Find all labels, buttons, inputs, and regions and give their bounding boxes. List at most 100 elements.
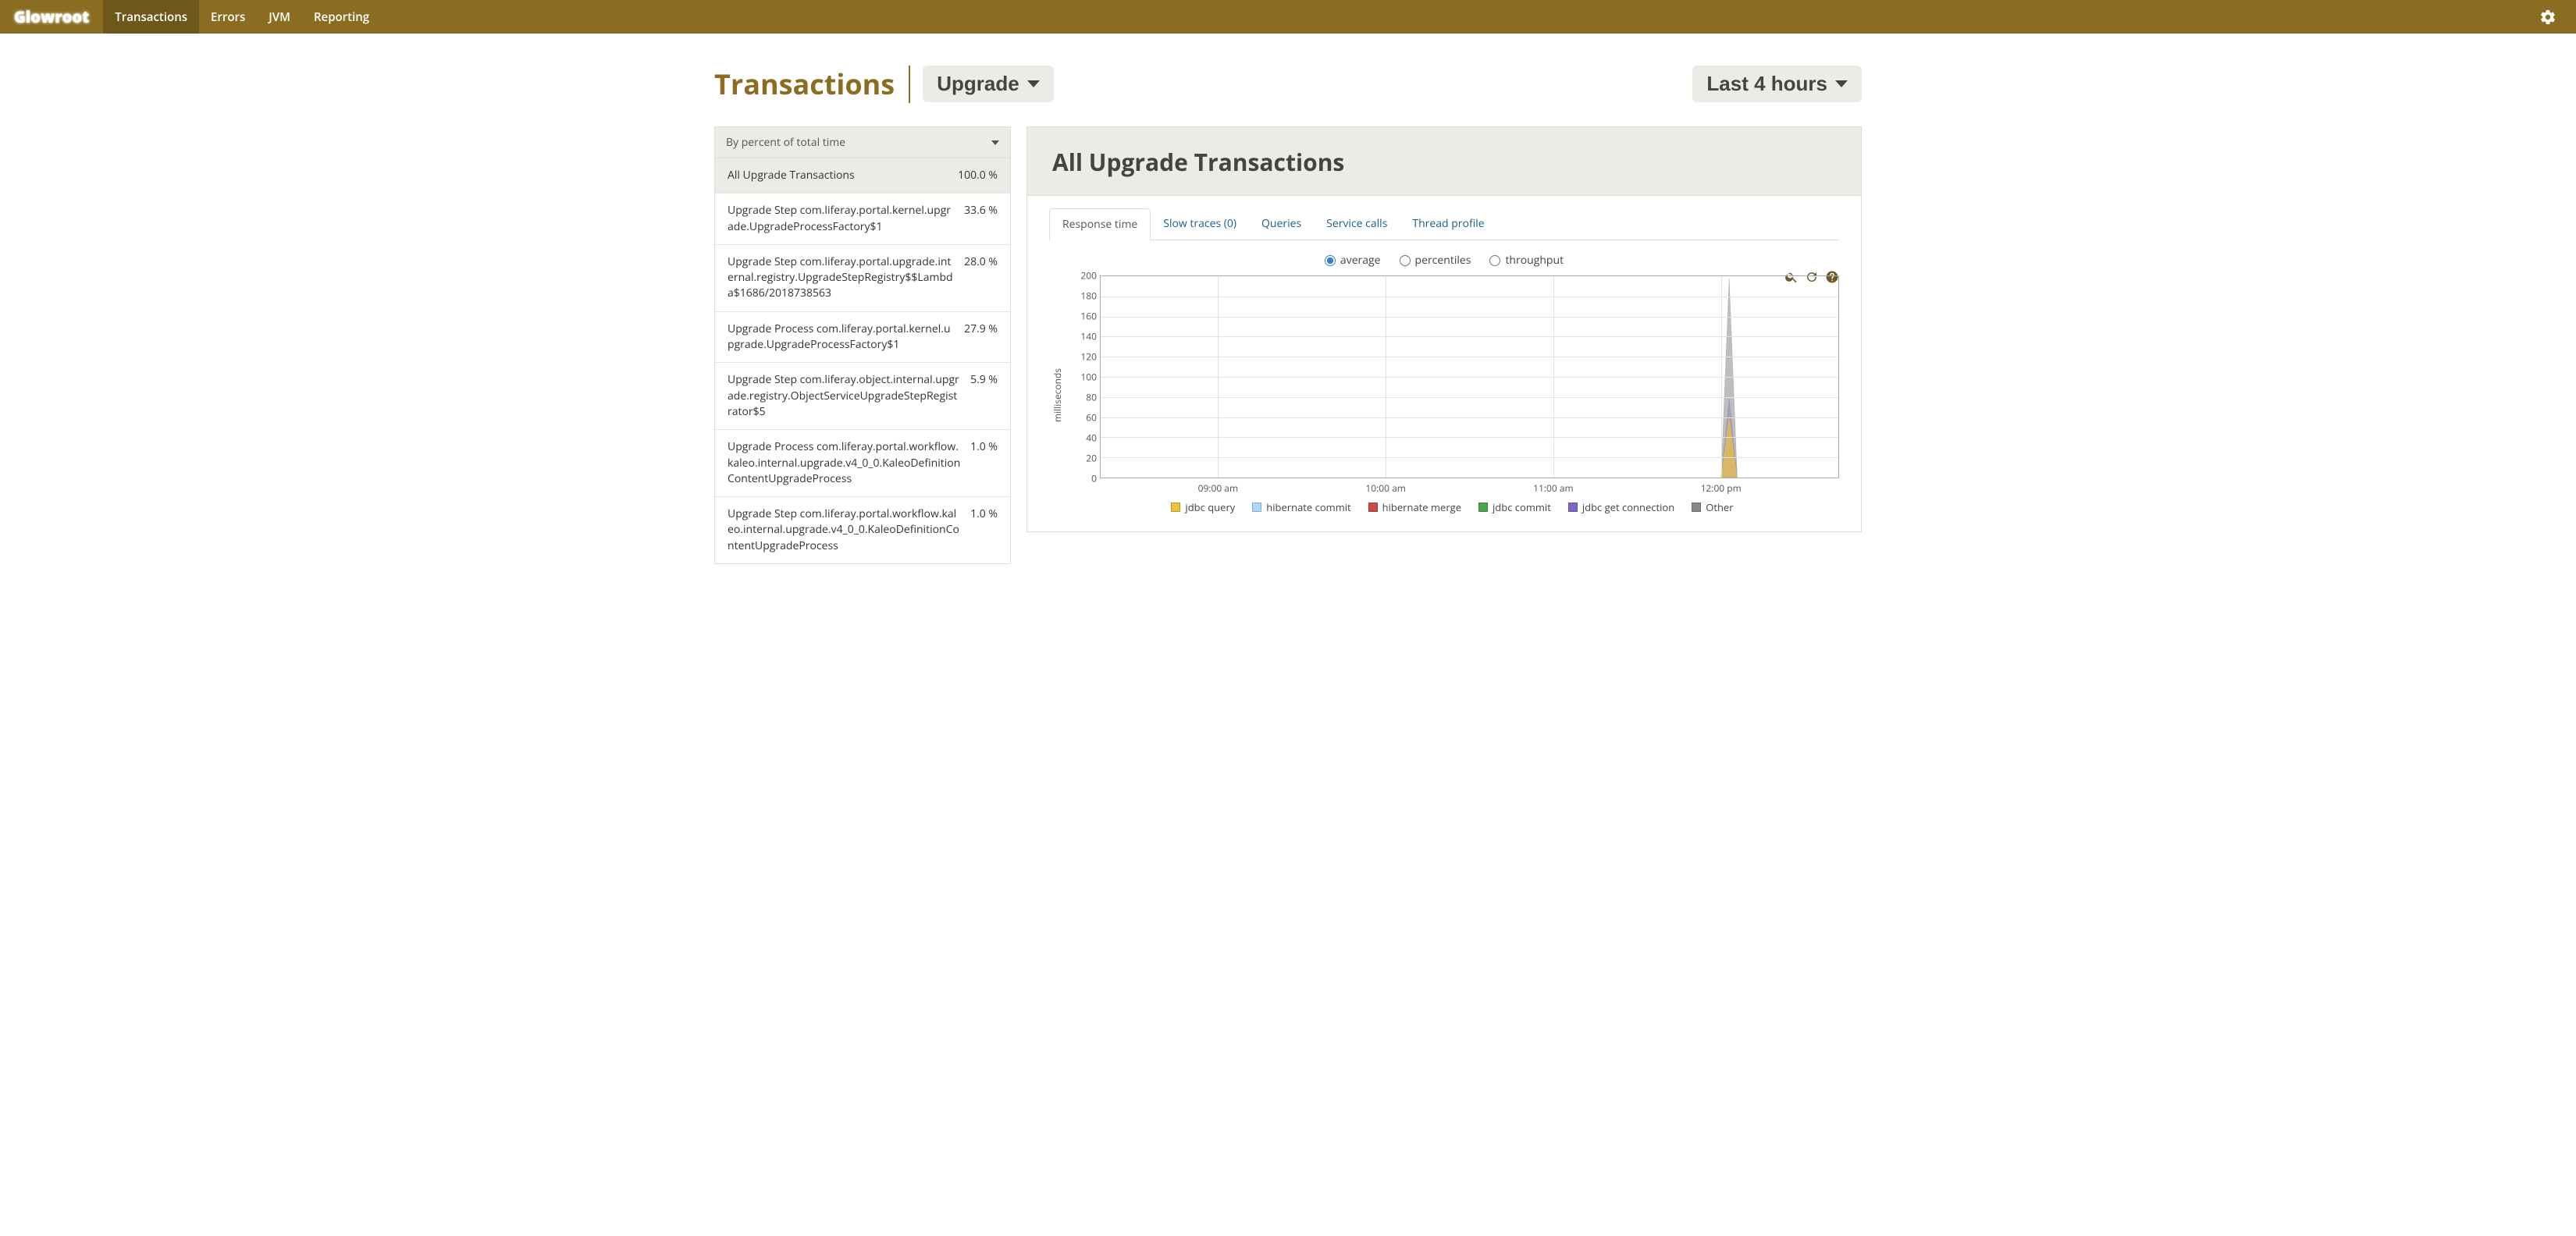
y-tick: 40: [1066, 432, 1097, 445]
nav-link[interactable]: Reporting: [302, 0, 381, 34]
radio-throughput[interactable]: throughput: [1489, 253, 1564, 268]
transaction-name: Upgrade Step com.liferay.portal.workflow…: [728, 506, 961, 554]
radio-label: average: [1340, 253, 1381, 268]
tab-thread-profile[interactable]: Thread profile: [1400, 208, 1496, 240]
transaction-name: All Upgrade Transactions: [728, 168, 948, 183]
gridline: [1721, 276, 1722, 478]
legend-item[interactable]: Other: [1692, 500, 1733, 514]
transaction-percent: 1.0 %: [970, 439, 998, 454]
gridline: [1553, 276, 1554, 478]
chart-wrap: milliseconds 09:00 am10:00 am11:00 am12:…: [1049, 275, 1839, 514]
tab-queries[interactable]: Queries: [1249, 208, 1314, 240]
legend-label: jdbc query: [1185, 500, 1235, 514]
gear-icon[interactable]: [2532, 9, 2564, 26]
separator: [909, 66, 910, 103]
legend-label: hibernate merge: [1382, 500, 1461, 514]
transaction-list-item[interactable]: Upgrade Step com.liferay.portal.upgrade.…: [715, 244, 1010, 311]
legend-label: Other: [1706, 500, 1733, 514]
nav-item-jvm[interactable]: JVM: [257, 0, 302, 34]
brand-logo[interactable]: Glowroot: [0, 0, 103, 34]
tab-response-time[interactable]: Response time: [1049, 208, 1151, 240]
y-tick: 80: [1066, 391, 1097, 404]
nav-link[interactable]: Transactions: [103, 0, 199, 34]
nav-item-reporting[interactable]: Reporting: [302, 0, 381, 34]
sort-order-dropdown[interactable]: By percent of total time: [714, 126, 1011, 158]
gridline: [1101, 377, 1838, 378]
x-tick: 09:00 am: [1198, 481, 1239, 495]
radio-label: percentiles: [1415, 253, 1471, 268]
transaction-list-item[interactable]: Upgrade Step com.liferay.object.internal…: [715, 362, 1010, 429]
tab-service-calls[interactable]: Service calls: [1314, 208, 1400, 240]
radio-average[interactable]: average: [1325, 253, 1381, 268]
time-range-dropdown[interactable]: Last 4 hours: [1692, 66, 1862, 102]
legend-swatch: [1692, 503, 1701, 512]
transaction-percent: 100.0 %: [958, 168, 998, 183]
transaction-type-dropdown[interactable]: Upgrade: [923, 66, 1053, 102]
sort-label: By percent of total time: [726, 135, 845, 150]
chart-mode-radios: average percentiles throughput: [1049, 250, 1839, 275]
transaction-list: All Upgrade Transactions 100.0 % Upgrade S…: [714, 158, 1011, 564]
transaction-list-item[interactable]: All Upgrade Transactions 100.0 %: [715, 158, 1010, 193]
y-tick: 60: [1066, 411, 1097, 424]
transaction-list-item[interactable]: Upgrade Step com.liferay.portal.workflow…: [715, 496, 1010, 563]
transaction-name: Upgrade Process com.liferay.portal.kerne…: [728, 321, 955, 353]
y-tick: 200: [1066, 269, 1097, 282]
gridline: [1101, 336, 1838, 337]
radio-percentiles[interactable]: percentiles: [1400, 253, 1471, 268]
y-tick: 180: [1066, 289, 1097, 303]
y-tick: 20: [1066, 452, 1097, 465]
response-time-chart[interactable]: 09:00 am10:00 am11:00 am12:00 pm 0204060…: [1066, 275, 1839, 478]
chevron-down-icon: [1835, 80, 1848, 87]
y-tick: 100: [1066, 371, 1097, 384]
main-panel: All Upgrade Transactions Response timeSl…: [1026, 126, 1862, 532]
navbar: Glowroot TransactionsErrorsJVMReporting: [0, 0, 2576, 34]
legend-item[interactable]: hibernate commit: [1252, 500, 1350, 514]
x-tick: 10:00 am: [1365, 481, 1406, 495]
radio-input[interactable]: [1489, 255, 1500, 266]
transaction-name: Upgrade Step com.liferay.object.internal…: [728, 372, 961, 420]
legend-label: hibernate commit: [1266, 500, 1350, 514]
gridline: [1101, 417, 1838, 418]
gridline: [1101, 317, 1838, 318]
dropdown-label: Last 4 hours: [1706, 72, 1827, 96]
transaction-list-item[interactable]: Upgrade Process com.liferay.portal.kerne…: [715, 311, 1010, 363]
y-axis-label: milliseconds: [1049, 275, 1066, 514]
page-title: Transactions: [714, 65, 895, 103]
transaction-list-item[interactable]: Upgrade Step com.liferay.portal.kernel.u…: [715, 193, 1010, 244]
gridline: [1218, 276, 1219, 478]
transaction-percent: 1.0 %: [970, 506, 998, 521]
legend-item[interactable]: hibernate merge: [1368, 500, 1461, 514]
nav-item-errors[interactable]: Errors: [199, 0, 257, 34]
transaction-percent: 5.9 %: [970, 372, 998, 387]
legend-label: jdbc get connection: [1582, 500, 1674, 514]
transaction-percent: 33.6 %: [964, 203, 998, 218]
y-tick: 160: [1066, 310, 1097, 323]
legend-item[interactable]: jdbc get connection: [1568, 500, 1674, 514]
chevron-down-icon: [991, 140, 999, 145]
legend-swatch: [1568, 503, 1578, 512]
page-header: Transactions Upgrade Last 4 hours: [714, 34, 1862, 126]
navbar-right: [2532, 0, 2564, 34]
chevron-down-icon: [1027, 80, 1040, 87]
nav-link[interactable]: Errors: [199, 0, 257, 34]
tab-slow-traces-0-[interactable]: Slow traces (0): [1151, 208, 1249, 240]
radio-input[interactable]: [1400, 255, 1411, 266]
nav-item-transactions[interactable]: Transactions: [103, 0, 199, 34]
panel-header: All Upgrade Transactions: [1027, 127, 1861, 196]
panel-tabs: Response timeSlow traces (0)QueriesServi…: [1049, 208, 1839, 240]
legend-swatch: [1368, 503, 1378, 512]
transaction-list-item[interactable]: Upgrade Process com.liferay.portal.workf…: [715, 429, 1010, 496]
legend-item[interactable]: jdbc query: [1171, 500, 1235, 514]
nav-link[interactable]: JVM: [257, 0, 302, 34]
gridline: [1101, 457, 1838, 458]
nav-tabs: TransactionsErrorsJVMReporting: [103, 0, 381, 34]
legend-item[interactable]: jdbc commit: [1478, 500, 1551, 514]
legend-label: jdbc commit: [1493, 500, 1551, 514]
radio-input[interactable]: [1325, 255, 1336, 266]
transaction-name: Upgrade Process com.liferay.portal.workf…: [728, 439, 961, 487]
gridline: [1101, 397, 1838, 398]
transaction-name: Upgrade Step com.liferay.portal.upgrade.…: [728, 254, 955, 302]
legend-swatch: [1171, 503, 1180, 512]
x-tick: 11:00 am: [1533, 481, 1574, 495]
transaction-name: Upgrade Step com.liferay.portal.kernel.u…: [728, 203, 955, 235]
